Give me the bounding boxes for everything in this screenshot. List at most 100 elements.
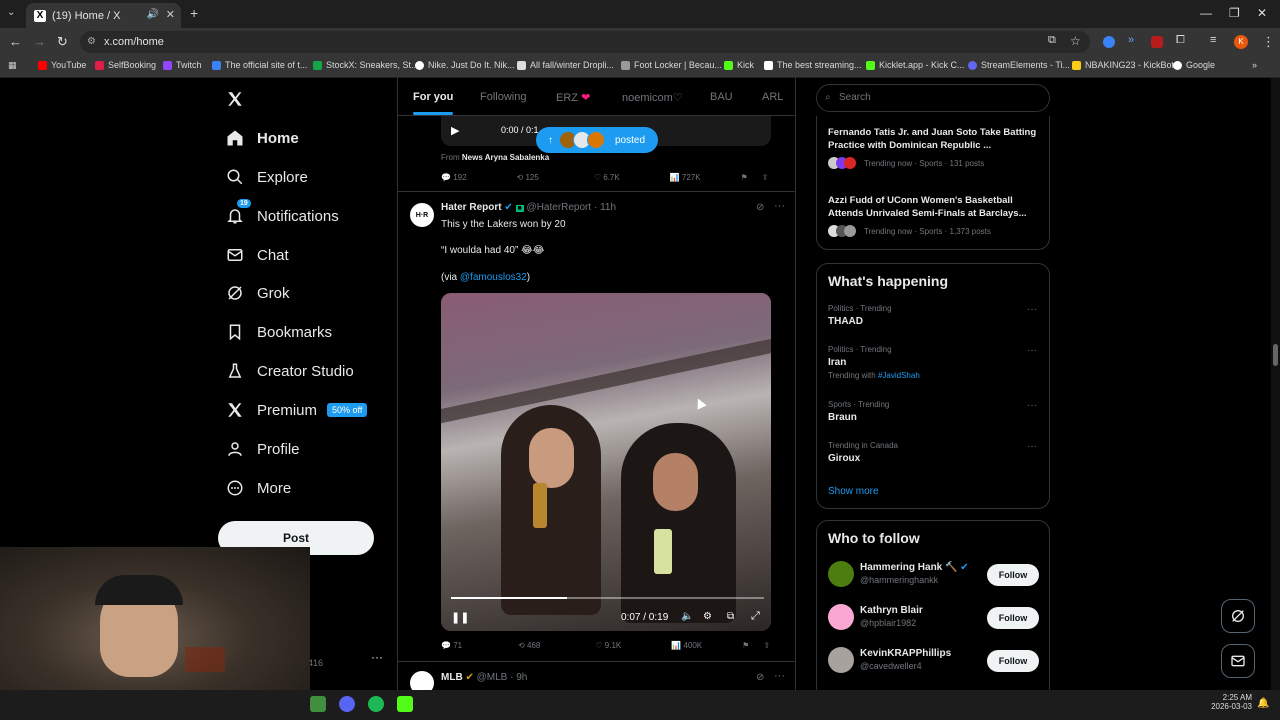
nav-profile[interactable]: Profile [226,434,300,464]
new-tab-icon[interactable]: + [190,5,198,21]
kick-icon[interactable] [397,696,413,712]
extension-icon[interactable] [1103,36,1115,48]
grok-post-icon[interactable]: ⊘ [756,672,764,683]
bookmark-item[interactable]: Foot Locker | Becau... [621,60,722,70]
tab-search-icon[interactable]: ⌄ [7,7,15,18]
hater-report-avatar[interactable]: H·R [410,203,434,227]
bookmark-item[interactable]: Google [1173,60,1215,70]
trend-more-icon[interactable]: ··· [1027,304,1037,315]
profile-avatar[interactable]: K [1234,35,1248,49]
tab-erz[interactable]: ERZ ❤ [556,91,590,104]
settings-icon[interactable]: ⚙ [703,611,712,622]
share-icon[interactable]: ⇪ [763,641,770,650]
trend-more-icon[interactable]: ··· [1027,400,1037,411]
trend-more-icon[interactable]: ··· [1027,441,1037,452]
show-more-link[interactable]: Show more [828,486,879,497]
scrollbar[interactable] [1271,78,1280,690]
notification-bell-icon[interactable]: 🔔 [1257,698,1269,709]
pip-icon[interactable]: ⧉ [727,611,734,622]
bookmark-icon[interactable]: ⚑ [742,641,749,650]
repost-button[interactable]: ⟲ 468 [518,641,540,650]
avatar[interactable] [828,604,854,630]
trend-item[interactable]: Politics · Trending Iran Trending with #… [828,345,920,380]
bookmark-item[interactable]: Nike. Just Do It. Nik... [415,60,515,70]
site-info-icon[interactable]: ⚙ [87,31,96,53]
clock[interactable]: 2:25 AM 2026-03-03 [1204,693,1252,711]
volume-icon[interactable]: 🔈 [681,611,693,622]
browser-tab[interactable]: X (19) Home / X 🔊 ✕ [26,3,181,28]
discord-icon[interactable] [339,696,355,712]
nav-more[interactable]: More [226,473,291,503]
nav-grok[interactable]: Grok [226,278,290,308]
nav-creator-studio[interactable]: Creator Studio [226,356,354,386]
tab-close-icon[interactable]: ✕ [166,8,175,21]
bookmark-item[interactable]: SelfBooking [95,60,156,70]
grok-fab[interactable] [1221,599,1255,633]
fullscreen-icon[interactable]: ⤢ [751,610,760,623]
trend-item[interactable]: Sports · Trending Braun [828,400,889,423]
tab-noemicom[interactable]: noemicom♡ [622,91,683,104]
bookmark-item[interactable]: Kick [724,60,754,70]
via-link[interactable]: @famouslos32 [460,272,527,283]
extension-audio-icon[interactable]: » [1128,34,1134,46]
post-more-icon[interactable]: ··· [774,670,785,682]
grok-post-icon[interactable]: ⊘ [756,202,764,213]
bookmark-item[interactable]: StreamElements - Ti... [968,60,1070,70]
posted-pill[interactable]: ↑ posted [536,127,658,153]
menu-icon[interactable]: ⋮ [1262,34,1275,50]
follow-suggestion[interactable]: Kathryn Blair @hpblair1982 [860,605,923,628]
video-progress-track[interactable] [451,597,764,599]
avatar[interactable] [828,647,854,673]
avatar[interactable] [828,561,854,587]
reload-icon[interactable]: ↻ [57,34,68,50]
forward-icon[interactable]: → [33,34,46,49]
post-time[interactable]: 11h [600,202,616,213]
trend-item[interactable]: Trending in Canada Giroux [828,441,898,464]
bookmarks-overflow-icon[interactable]: » [1252,60,1257,70]
nav-bookmarks[interactable]: Bookmarks [226,317,332,347]
author-name[interactable]: Hater Report [441,202,502,213]
pause-icon[interactable]: ❚❚ [451,611,469,624]
install-icon[interactable]: ⧉ [1048,34,1056,47]
apps-grid-icon[interactable]: ▦ [8,60,17,71]
news-title[interactable]: Fernando Tatis Jr. and Juan Soto Take Ba… [828,126,1042,152]
follow-button[interactable]: Follow [987,607,1039,629]
bookmark-item[interactable]: NBAKING23 - KickBot [1072,60,1174,70]
tab-following[interactable]: Following [480,91,526,103]
views-button[interactable]: 📊 400K [671,641,702,650]
trend-item[interactable]: Politics · Trending THAAD [828,304,892,327]
star-icon[interactable]: ☆ [1070,34,1081,48]
speaker-icon[interactable]: 🔊 [147,9,159,20]
bookmark-item[interactable]: The best streaming... [764,60,862,70]
bookmark-item[interactable]: YouTube [38,60,86,70]
bookmark-item[interactable]: Twitch [163,60,202,70]
views-button[interactable]: 📊 727K [670,173,701,182]
post-more-icon[interactable]: ··· [774,200,785,212]
extensions-icon[interactable]: ⧠ [1176,34,1185,47]
author-handle[interactable]: @HaterReport [527,202,592,213]
post-video[interactable]: ❚❚ 0:07 / 0:19 🔈 ⚙ ⧉ ⤢ [441,293,771,631]
restore-icon[interactable]: ❐ [1229,6,1240,20]
nav-home[interactable]: Home [226,123,299,153]
nav-chat[interactable]: Chat [226,240,289,270]
url-field[interactable]: ⚙ x.com/home [80,31,1090,53]
minecraft-icon[interactable] [310,696,326,712]
follow-button[interactable]: Follow [987,650,1039,672]
like-button[interactable]: ♡ 6.7K [594,173,620,182]
trend-more-icon[interactable]: ··· [1027,345,1037,356]
share-icon[interactable]: ⇪ [762,173,769,182]
follow-suggestion[interactable]: Hammering Hank 🔨 ✔ @hammeringhankk [860,562,969,585]
repost-button[interactable]: ⟲ 125 [517,173,539,182]
nav-notifications[interactable]: 19 Notifications [226,199,339,231]
bookmark-item[interactable]: StockX: Sneakers, St... [313,60,419,70]
reply-button[interactable]: 💬 192 [441,173,467,182]
reply-button[interactable]: 💬 71 [441,641,462,650]
search-input[interactable]: ⌕ Search [816,84,1050,112]
nav-explore[interactable]: Explore [226,162,308,192]
minimize-icon[interactable]: — [1200,6,1212,20]
spotify-icon[interactable] [368,696,384,712]
follow-button[interactable]: Follow [987,564,1039,586]
messages-fab[interactable] [1221,644,1255,678]
tab-for-you[interactable]: For you [413,91,454,115]
back-icon[interactable]: ← [9,34,22,49]
